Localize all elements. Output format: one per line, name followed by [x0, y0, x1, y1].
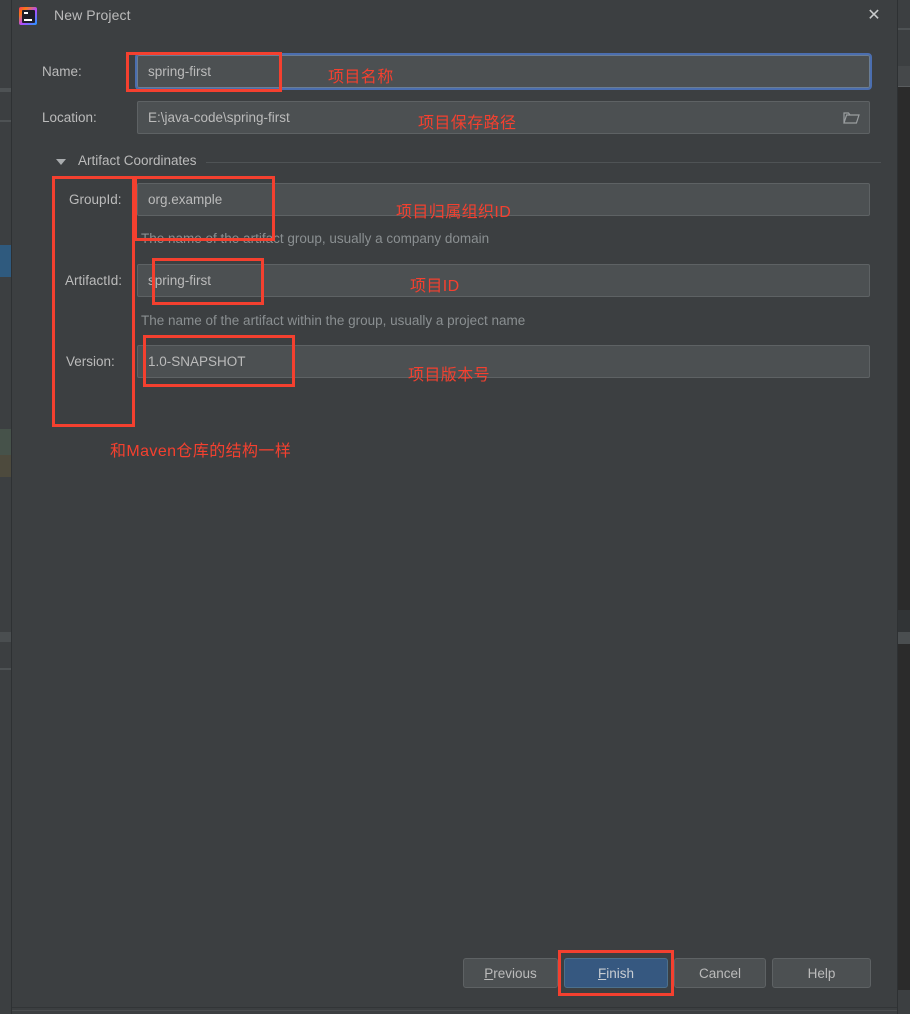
name-label: Name: — [42, 64, 82, 79]
annotation-group-note: 项目归属组织ID — [396, 204, 512, 221]
dialog-title: New Project — [54, 7, 131, 23]
annotation-box-maven-structure — [52, 176, 135, 427]
screenshot-root: New Project ✕ Name: spring-first Locatio… — [0, 0, 910, 1014]
annotation-artifact-note: 项目ID — [410, 278, 460, 295]
previous-label-rest: revious — [493, 965, 537, 981]
footer-divider — [12, 1007, 897, 1008]
annotation-box-group-id — [134, 176, 275, 241]
annotation-location-note: 项目保存路径 — [418, 115, 517, 132]
folder-icon[interactable] — [843, 111, 860, 124]
annotation-version-note: 项目版本号 — [408, 367, 491, 384]
footer-divider-2 — [12, 1010, 897, 1011]
cancel-label: Cancel — [698, 965, 742, 981]
help-label: Help — [807, 965, 836, 981]
ide-background-right — [897, 0, 910, 1014]
artifact-id-helper: The name of the artifact within the grou… — [141, 313, 526, 328]
annotation-box-version — [143, 335, 295, 387]
previous-button[interactable]: Previous — [463, 958, 558, 988]
ide-background-left — [0, 0, 12, 1014]
cancel-button[interactable]: Cancel — [674, 958, 766, 988]
help-button[interactable]: Help — [772, 958, 871, 988]
location-input-value: E:\java-code\spring-first — [148, 110, 290, 125]
location-label: Location: — [42, 110, 97, 125]
annotation-maven-note: 和Maven仓库的结构一样 — [110, 443, 292, 460]
chevron-down-icon — [56, 159, 66, 165]
artifact-coordinates-section-header[interactable]: Artifact Coordinates — [56, 153, 881, 171]
dialog-titlebar: New Project ✕ — [12, 0, 897, 32]
annotation-box-finish — [558, 950, 674, 996]
new-project-dialog: New Project ✕ Name: spring-first Locatio… — [12, 0, 897, 1014]
annotation-name-note: 项目名称 — [328, 69, 394, 86]
section-separator — [206, 162, 881, 163]
intellij-idea-icon — [19, 7, 37, 25]
annotation-box-name — [126, 52, 282, 92]
artifact-coordinates-label: Artifact Coordinates — [78, 153, 197, 168]
annotation-box-artifact-id — [152, 258, 264, 305]
previous-mnemonic: P — [484, 965, 494, 981]
close-icon[interactable]: ✕ — [861, 4, 887, 28]
